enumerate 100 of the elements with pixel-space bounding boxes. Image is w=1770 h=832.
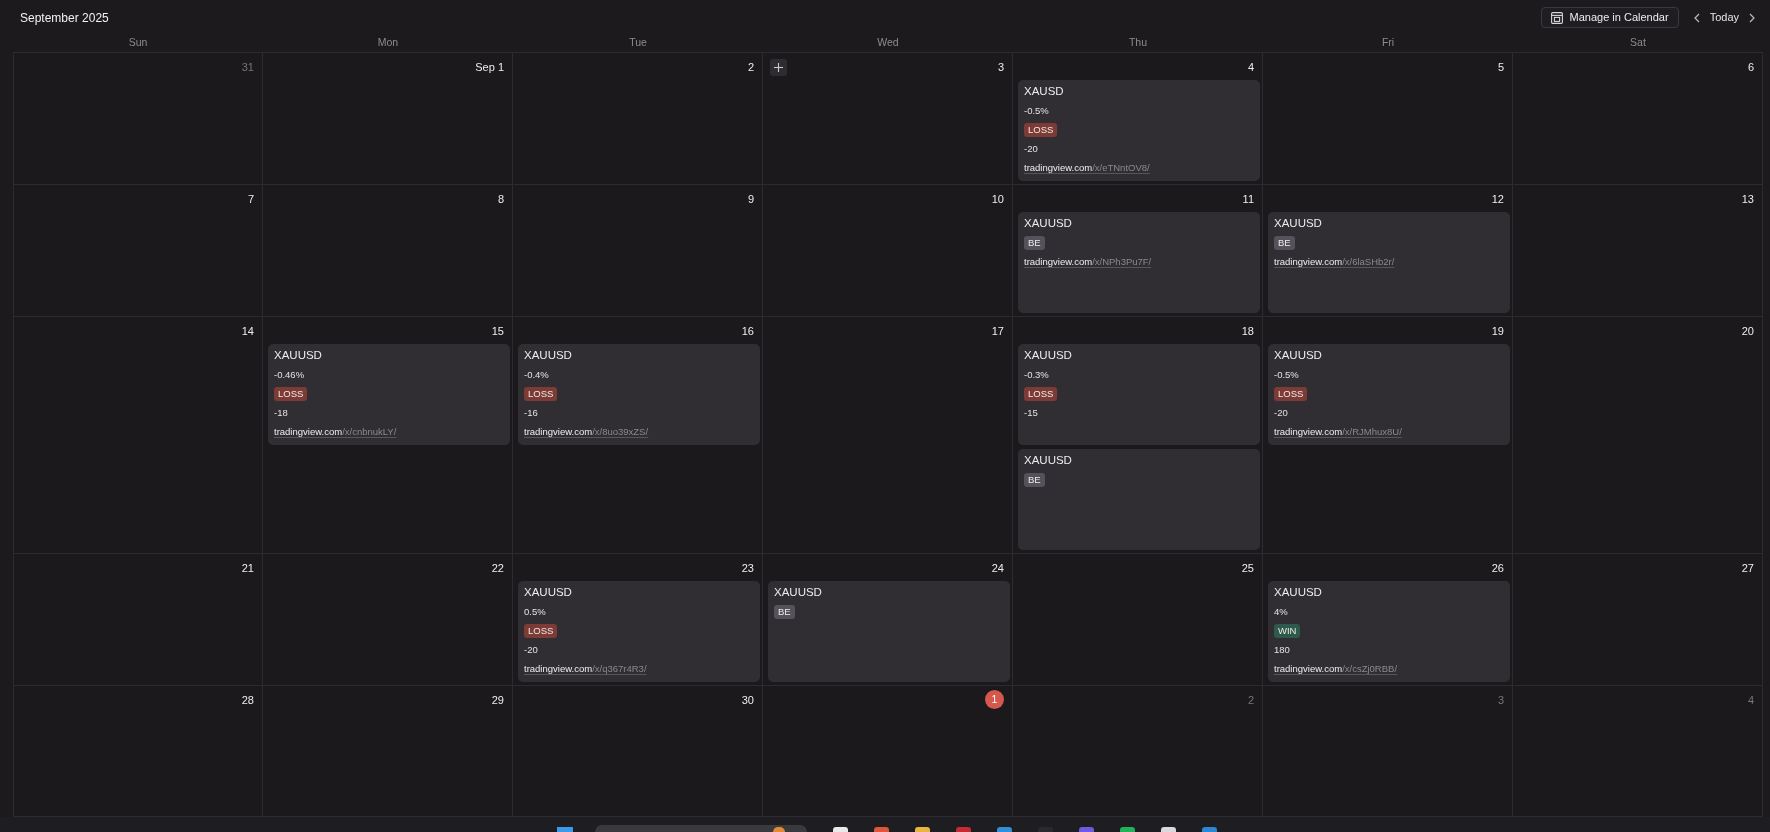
day-number: 8 <box>497 192 504 206</box>
day-cell[interactable]: 28 <box>13 686 263 817</box>
day-cell[interactable]: 21 <box>13 554 263 686</box>
result-tag: LOSS <box>274 386 308 401</box>
taskbar-app-icon[interactable] <box>997 827 1012 832</box>
taskbar-app-icon[interactable] <box>874 827 889 832</box>
day-number: 27 <box>1741 561 1754 575</box>
day-number: 21 <box>241 561 254 575</box>
weekday-label: Sun <box>128 35 148 51</box>
day-cell[interactable]: 11 XAUUSD BE tradingview.com/x/NPh3Pu7F/ <box>1013 185 1263 317</box>
manage-in-calendar-button[interactable]: Manage in Calendar <box>1540 7 1679 29</box>
day-number: 4 <box>1247 60 1254 74</box>
chart-link[interactable]: tradingview.com/x/8uo39xZS/ <box>524 425 649 438</box>
day-cell[interactable]: 12 XAUUSD BE tradingview.com/x/6laSHb2r/ <box>1263 185 1513 317</box>
taskbar-app-icon[interactable] <box>1202 827 1217 832</box>
event-card[interactable]: XAUUSD BE <box>1018 449 1260 550</box>
day-number: 9 <box>747 192 754 206</box>
day-number: 11 <box>1242 192 1254 206</box>
day-cell[interactable]: 19 XAUUSD -0.5% LOSS -20 tradingview.com/x/RJMhux8U/ <box>1263 317 1513 554</box>
day-number: 17 <box>991 324 1004 338</box>
taskbar-app-icon[interactable] <box>1161 827 1176 832</box>
event-card[interactable]: XAUUSD -0.3% LOSS -15 <box>1018 344 1260 445</box>
chart-link[interactable]: tradingview.com/x/eTNntOV8/ <box>1024 161 1150 174</box>
event-card[interactable]: XAUSD -0.5% LOSS -20 tradingview.com/x/eTNntOV8/ <box>1018 80 1260 181</box>
month-title: September 2025 <box>20 9 109 27</box>
event-card[interactable]: XAUUSD -0.46% LOSS -18 tradingview.com/x/cnbnukLY/ <box>268 344 510 445</box>
taskbar-app-icon[interactable] <box>1120 827 1135 832</box>
day-cell[interactable]: 24 XAUUSD BE <box>763 554 1013 686</box>
event-card[interactable]: XAUUSD BE <box>768 581 1010 682</box>
day-cell[interactable]: 18 XAUUSD -0.3% LOSS -15 XAUUSD BE <box>1013 317 1263 554</box>
event-card[interactable]: XAUUSD 0.5% LOSS -20 tradingview.com/x/q367r4R3/ <box>518 581 760 682</box>
points-text: -20 <box>1024 142 1038 155</box>
chart-link[interactable]: tradingview.com/x/6laSHb2r/ <box>1274 255 1395 268</box>
percent-text: -0.46% <box>274 368 305 381</box>
day-cell[interactable]: 2 <box>1013 686 1263 817</box>
day-number: 31 <box>241 60 254 74</box>
day-cell[interactable]: 6 <box>1513 53 1763 185</box>
day-cell[interactable]: 7 <box>13 185 263 317</box>
weekday-label: Fri <box>1381 35 1395 51</box>
day-cell[interactable]: 17 <box>763 317 1013 554</box>
day-cell[interactable]: 3 <box>1263 686 1513 817</box>
day-number: 19 <box>1491 324 1504 338</box>
day-cell[interactable]: 1 <box>763 686 1013 817</box>
event-card[interactable]: XAUUSD -0.4% LOSS -16 tradingview.com/x/8uo39xZS/ <box>518 344 760 445</box>
points-text: -20 <box>1274 406 1288 419</box>
event-card[interactable]: XAUUSD -0.5% LOSS -20 tradingview.com/x/RJMhux8U/ <box>1268 344 1510 445</box>
weekday-label: Thu <box>1128 35 1148 51</box>
day-number: 23 <box>741 561 754 575</box>
chart-link[interactable]: tradingview.com/x/cnbnukLY/ <box>274 425 397 438</box>
day-cell[interactable]: Sep 1 <box>263 53 513 185</box>
day-cell[interactable]: 29 <box>263 686 513 817</box>
taskbar-app-icon[interactable] <box>1079 827 1094 832</box>
chart-link[interactable]: tradingview.com/x/csZj0RBB/ <box>1274 662 1398 675</box>
day-cell[interactable]: 8 <box>263 185 513 317</box>
day-number: 12 <box>1491 192 1504 206</box>
day-cell[interactable]: 5 <box>1263 53 1513 185</box>
day-cell[interactable]: 27 <box>1513 554 1763 686</box>
chart-link[interactable]: tradingview.com/x/q367r4R3/ <box>524 662 647 675</box>
result-tag: BE <box>1274 235 1295 250</box>
result-tag: LOSS <box>524 623 558 638</box>
chart-link[interactable]: tradingview.com/x/NPh3Pu7F/ <box>1024 255 1152 268</box>
day-cell[interactable]: 9 <box>513 185 763 317</box>
day-cell[interactable]: 30 <box>513 686 763 817</box>
day-number: 25 <box>1241 561 1254 575</box>
taskbar-app-icon[interactable] <box>956 827 971 832</box>
day-number: 15 <box>491 324 504 338</box>
event-card[interactable]: XAUUSD 4% WIN 180 tradingview.com/x/csZj0RBB/ <box>1268 581 1510 682</box>
taskbar-app-icon[interactable] <box>833 827 848 832</box>
start-icon[interactable] <box>557 827 573 832</box>
today-button[interactable]: Today <box>1706 7 1742 28</box>
event-card[interactable]: XAUUSD BE tradingview.com/x/NPh3Pu7F/ <box>1018 212 1260 313</box>
day-cell[interactable]: 10 <box>763 185 1013 317</box>
result-tag: WIN <box>1274 623 1301 638</box>
points-text: -16 <box>524 406 538 419</box>
event-title: XAUUSD <box>524 585 572 599</box>
add-event-button[interactable] <box>770 59 787 76</box>
event-card[interactable]: XAUUSD BE tradingview.com/x/6laSHb2r/ <box>1268 212 1510 313</box>
day-cell[interactable]: 23 XAUUSD 0.5% LOSS -20 tradingview.com/x/q367r4R3/ <box>513 554 763 686</box>
day-cell[interactable]: 16 XAUUSD -0.4% LOSS -16 tradingview.com/x/8uo39xZS/ <box>513 317 763 554</box>
result-tag: LOSS <box>1024 122 1058 137</box>
day-cell[interactable]: 20 <box>1513 317 1763 554</box>
taskbar-search-field[interactable] <box>595 825 807 832</box>
day-number: 10 <box>991 192 1004 206</box>
day-cell[interactable]: 26 XAUUSD 4% WIN 180 tradingview.com/x/csZj0RBB/ <box>1263 554 1513 686</box>
day-number: 5 <box>1497 60 1504 74</box>
day-cell[interactable]: 13 <box>1513 185 1763 317</box>
weekday-label: Sat <box>1630 35 1646 51</box>
day-cell[interactable]: 2 <box>513 53 763 185</box>
day-cell[interactable]: 3 <box>763 53 1013 185</box>
day-cell[interactable]: 25 <box>1013 554 1263 686</box>
day-cell[interactable]: 14 <box>13 317 263 554</box>
day-cell[interactable]: 22 <box>263 554 513 686</box>
day-cell[interactable]: 4 <box>1513 686 1763 817</box>
day-cell[interactable]: 15 XAUUSD -0.46% LOSS -18 tradingview.com/x/cnbnukLY/ <box>263 317 513 554</box>
weekday-label: Mon <box>377 35 399 51</box>
result-tag: LOSS <box>524 386 558 401</box>
chart-link[interactable]: tradingview.com/x/RJMhux8U/ <box>1274 425 1402 438</box>
day-cell[interactable]: 4 XAUSD -0.5% LOSS -20 tradingview.com/x/eTNntOV8/ <box>1013 53 1263 185</box>
taskbar-app-icon[interactable] <box>915 827 930 832</box>
day-cell[interactable]: 31 <box>13 53 263 185</box>
